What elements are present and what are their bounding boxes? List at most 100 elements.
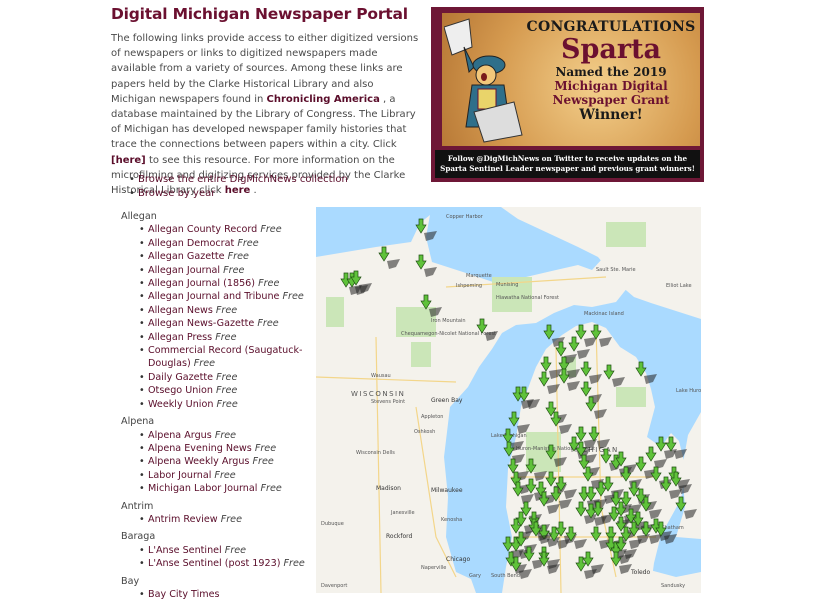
newspaper-item: Alpena Evening News Free [139,442,311,456]
map-canvas[interactable]: Copper Harbor Marquette Ishpeming Munising H… [316,207,701,593]
county-heading: Baraga [121,531,156,543]
free-label: Free [223,264,245,276]
map-label: Gary [469,573,481,579]
banner-footer-line: Sparta Sentinel Leader newspaper and pre… [440,164,695,173]
county-heading: Antrim [121,500,154,512]
map-label: Dubuque [321,521,344,527]
map-label: WISCONSIN [351,390,405,398]
map-label: Toledo [630,569,650,576]
browse-item: Browse by year [129,187,348,201]
free-label: Free [237,237,259,249]
browse-collection-link[interactable]: Browse the entire DigMichNews collection [138,174,348,185]
newspaper-item: Allegan News-Gazette Free [139,317,311,331]
newspaper-item: Antrim Review Free [139,513,311,527]
free-label: Free [216,371,238,383]
newspaper-item: Michigan Labor Journal Free [139,482,311,496]
newspaper-link[interactable]: Daily Gazette [148,372,213,383]
newspaper-link[interactable]: Alpena Argus [148,430,212,441]
map-label: Sault Ste. Marie [596,267,636,273]
newspaper-link[interactable]: Allegan Gazette [148,251,225,262]
free-label: Free [260,483,282,495]
banner-line: Winner! [579,107,643,123]
newspaper-link[interactable]: Bay City Times [148,589,220,600]
newspaper-link[interactable]: Alpena Weekly Argus [148,456,249,467]
newspaper-link[interactable]: Allegan Journal (1856) [148,278,255,289]
newspaper-item: Allegan Gazette Free [139,250,311,264]
newspaper-link[interactable]: Labor Journal [148,470,211,481]
newspaper-item: Daily Gazette Free [139,371,311,385]
newspaper-item: Allegan Democrat Free [139,237,311,251]
newspaper-item: L'Anse Sentinel Free [139,544,311,558]
newspaper-link[interactable]: Allegan News-Gazette [148,318,254,329]
county-heading: Allegan [121,211,157,222]
free-label: Free [257,318,279,330]
map-label: Elliot Lake [666,283,692,289]
grant-winner-banner[interactable]: CONGRATULATIONS Sparta Named the 2019 Mi… [431,7,704,182]
newspaper-link[interactable]: Allegan Democrat [148,238,234,249]
newspaper-link[interactable]: L'Anse Sentinel [148,545,222,556]
map-label: Janesville [390,510,415,516]
newspaper-map[interactable]: Copper Harbor Marquette Ishpeming Munising H… [316,207,701,593]
map-label: Green Bay [431,397,463,404]
newspaper-item: Allegan Journal and Tribune Free [139,290,311,304]
map-label: Oshkosh [414,429,435,435]
map-label: Iron Mountain [431,318,466,324]
newspaper-link[interactable]: Allegan News [148,305,213,316]
map-label: Lake Huron [676,388,701,394]
map-label: Naperville [421,565,446,571]
family-histories-link[interactable]: [here] [111,155,146,166]
newspaper-item: Alpena Argus Free [139,429,311,443]
newspaper-item: Commercial Record (Saugatuck-Douglas) Fr… [139,344,311,371]
browse-by-year-link[interactable]: Browse by year [138,188,215,199]
banner-text: CONGRATULATIONS Sparta Named the 2019 Mi… [522,19,700,124]
map-label: Chicago [446,556,470,563]
newspaper-item: Allegan Press Free [139,331,311,345]
page-title: Digital Michigan Newspaper Portal [111,5,408,23]
newspaper-item: Otsego Union Free [139,384,311,398]
free-label: Free [252,456,274,468]
free-label: Free [216,385,238,397]
county-heading: Alpena [121,416,155,428]
free-label: Free [282,291,304,303]
newspaper-link[interactable]: Antrim Review [148,514,218,525]
banner-footer: Follow @DigMichNews on Twitter to receiv… [435,150,700,178]
newspaper-list: Bay City Times [121,588,311,602]
banner-footer-line: Follow @DigMichNews on Twitter to receiv… [447,154,688,163]
chronicling-america-link[interactable]: Chronicling America [267,94,380,105]
banner-line: Sparta [560,34,662,65]
newspaper-item: Labor Journal Free [139,469,311,483]
free-label: Free [283,558,305,570]
newsboy-illustration [444,18,523,143]
banner-line: CONGRATULATIONS [526,19,696,35]
newspaper-list: Alpena Argus FreeAlpena Evening News Fre… [121,429,311,496]
free-label: Free [260,224,282,236]
map-label: Madison [376,485,401,492]
newspaper-link[interactable]: L'Anse Sentinel (post 1923) [148,558,280,569]
newspaper-item: L'Anse Sentinel (post 1923) Free [139,557,311,571]
newspaper-link[interactable]: Commercial Record (Saugatuck-Douglas) [148,345,303,369]
free-label: Free [214,469,236,481]
newspaper-link[interactable]: Weekly Union [148,399,213,410]
free-label: Free [224,544,247,556]
banner-line: Michigan Digital [554,79,668,93]
newspaper-item: Allegan Journal (1856) Free [139,277,311,291]
county-list: AlleganAllegan County Record FreeAllegan… [121,207,311,605]
county-heading: Bay [121,575,140,587]
newspaper-item: Allegan Journal Free [139,264,311,278]
newspaper-link[interactable]: Allegan Journal and Tribune [148,291,279,302]
newspaper-link[interactable]: Alpena Evening News [148,443,252,454]
newspaper-link[interactable]: Michigan Labor Journal [148,483,257,494]
newspaper-list: Allegan County Record FreeAllegan Democr… [121,223,311,411]
newspaper-link[interactable]: Otsego Union [148,385,213,396]
free-label: Free [193,358,216,370]
map-label: Appleton [421,414,443,420]
newspaper-link[interactable]: Allegan Journal [148,265,220,276]
newspaper-link[interactable]: Allegan County Record [148,224,257,235]
map-label: Marquette [466,273,492,279]
map-label: Hiawatha National Forest [496,295,559,301]
newspaper-list: L'Anse Sentinel FreeL'Anse Sentinel (pos… [121,544,311,571]
newspaper-list: Antrim Review Free [121,513,311,527]
newspaper-item: Weekly Union Free [139,398,311,412]
banner-line: Newspaper Grant [552,93,670,107]
newspaper-link[interactable]: Allegan Press [148,332,212,343]
